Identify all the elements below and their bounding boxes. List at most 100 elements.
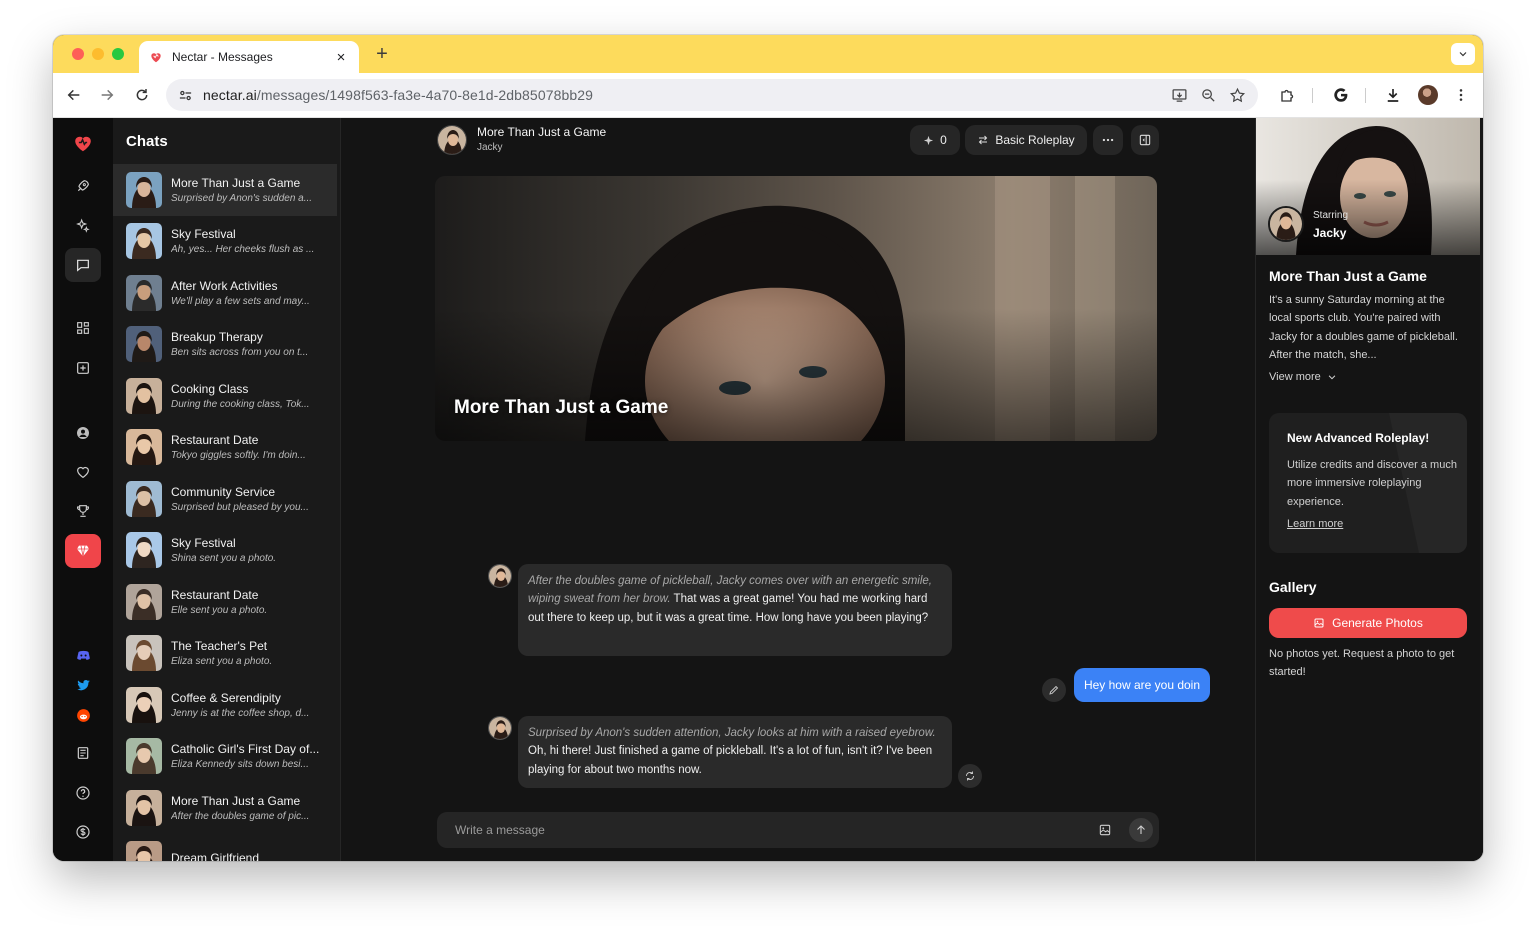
chat-text: Restaurant Date Tokyo giggles softly. I'm…	[171, 433, 327, 461]
sparkles-icon	[76, 218, 90, 233]
chat-text: More Than Just a Game Surprised by Anon's…	[171, 176, 327, 204]
nav-blog[interactable]	[65, 736, 101, 770]
gallery-heading: Gallery	[1269, 579, 1317, 595]
message-avatar[interactable]	[488, 564, 512, 588]
nav-leaderboard[interactable]	[65, 494, 101, 528]
nav-chats[interactable]	[65, 248, 101, 282]
chat-preview: Shina sent you a photo.	[171, 553, 277, 565]
browser-tab-active[interactable]: Nectar - Messages ×	[139, 41, 359, 73]
request-photo-button[interactable]	[1097, 822, 1113, 838]
credits-pill[interactable]: 0	[910, 125, 960, 155]
downloads-button[interactable]	[1382, 84, 1404, 106]
chat-list-item[interactable]: Sky Festival Shina sent you a photo.	[113, 525, 337, 577]
chat-list-item[interactable]: Cooking Class During the cooking class, T…	[113, 370, 337, 422]
nav-create[interactable]	[65, 209, 101, 243]
send-button[interactable]	[1129, 818, 1153, 842]
profile-avatar[interactable]	[1417, 84, 1439, 106]
starring-avatar[interactable]	[1268, 206, 1304, 242]
chat-list-item[interactable]: Breakup Therapy Ben sits across from you …	[113, 319, 337, 371]
conversation-header: More Than Just a Game Jacky 0 Basic Role…	[341, 118, 1255, 166]
chat-text: Coffee & Serendipity Jenny is at the coff…	[171, 691, 327, 719]
extensions-button[interactable]	[1277, 84, 1299, 106]
chat-text: Community Service Surprised but pleased b…	[171, 485, 327, 513]
chat-avatar	[126, 635, 162, 672]
install-app-icon[interactable]	[1171, 87, 1188, 104]
chat-avatar	[126, 583, 162, 620]
browser-menu-button[interactable]	[1450, 84, 1472, 106]
reload-button[interactable]	[131, 84, 153, 106]
chat-list-item[interactable]: Sky Festival Ah, yes... Her cheeks flush …	[113, 216, 337, 268]
toggle-details-button[interactable]	[1131, 125, 1159, 155]
profile-photo	[1418, 85, 1438, 105]
chat-list-item[interactable]: Dream Girlfriend	[113, 834, 337, 861]
nav-new[interactable]	[65, 351, 101, 385]
message-avatar[interactable]	[488, 716, 512, 740]
nav-explore[interactable]	[65, 169, 101, 203]
download-icon	[1387, 89, 1399, 102]
url-host: nectar.ai	[203, 87, 257, 103]
maximize-window-button[interactable]	[112, 48, 124, 60]
chat-list-item[interactable]: Coffee & Serendipity Jenny is at the coff…	[113, 679, 337, 731]
chat-list-item[interactable]: Restaurant Date Elle sent you a photo.	[113, 576, 337, 628]
gallery-empty-text: No photos yet. Request a photo to get st…	[1269, 648, 1455, 678]
message-input[interactable]	[437, 812, 1077, 848]
nav-favorites[interactable]	[65, 455, 101, 489]
dollar-icon	[76, 825, 90, 839]
view-more-button[interactable]: View more	[1269, 371, 1337, 383]
site-settings-icon[interactable]	[178, 88, 193, 103]
nectar-logo-button[interactable]	[65, 126, 101, 160]
chat-text: Cooking Class During the cooking class, T…	[171, 382, 327, 410]
chat-list-item[interactable]: Restaurant Date Tokyo giggles softly. I'm…	[113, 422, 337, 474]
swap-icon	[979, 135, 988, 145]
chat-list-item[interactable]: After Work Activities We'll play a few se…	[113, 267, 337, 319]
nav-premium[interactable]	[65, 534, 101, 568]
generate-photos-label: Generate Photos	[1332, 616, 1423, 630]
chat-list-item[interactable]: The Teacher's Pet Eliza sent you a photo.	[113, 628, 337, 680]
chat-avatar	[126, 686, 162, 723]
reddit-link[interactable]	[65, 698, 101, 732]
message-action: Surprised by Anon's sudden attention, Ja…	[528, 727, 936, 739]
new-tab-button[interactable]: +	[371, 43, 393, 65]
google-extension-button[interactable]	[1330, 84, 1352, 106]
zoom-icon[interactable]	[1200, 87, 1217, 104]
chat-text: Restaurant Date Elle sent you a photo.	[171, 588, 327, 616]
tab-search-button[interactable]	[1451, 43, 1475, 65]
user-message-text: Hey how are you doin	[1083, 678, 1201, 692]
character-avatar[interactable]	[437, 125, 467, 155]
forward-button[interactable]	[96, 84, 118, 106]
refresh-icon	[966, 771, 974, 781]
chat-list-item[interactable]: More Than Just a Game After the doubles g…	[113, 782, 337, 834]
learn-more-link[interactable]: Learn more	[1287, 518, 1343, 530]
chat-list-item[interactable]: More Than Just a Game Surprised by Anon's…	[113, 164, 337, 216]
nav-pricing[interactable]	[65, 815, 101, 849]
twitter-link[interactable]	[65, 668, 101, 702]
character-message: Surprised by Anon's sudden attention, Ja…	[518, 716, 952, 788]
generate-photos-button[interactable]: Generate Photos	[1269, 608, 1467, 638]
chat-list-item[interactable]: Community Service Surprised but pleased b…	[113, 473, 337, 525]
back-button[interactable]	[63, 84, 85, 106]
more-options-button[interactable]	[1093, 125, 1123, 155]
nav-gallery[interactable]	[65, 311, 101, 345]
address-bar[interactable]: nectar.ai/messages/1498f563-fa3e-4a70-8e…	[166, 79, 1258, 111]
tab-close-icon[interactable]: ×	[333, 49, 349, 66]
chat-preview: Jenny is at the coffee shop, d...	[171, 707, 310, 719]
gem-icon	[77, 545, 89, 557]
edit-message-button[interactable]	[1042, 678, 1066, 702]
regenerate-button[interactable]	[958, 764, 982, 788]
view-more-label: View more	[1269, 371, 1321, 383]
close-window-button[interactable]	[72, 48, 84, 60]
chat-avatar	[126, 171, 162, 208]
chat-preview: Surprised but pleased by you...	[171, 501, 309, 513]
cover-image: Starring Jacky	[1256, 118, 1480, 255]
minimize-window-button[interactable]	[92, 48, 104, 60]
browser-window: Nectar - Messages × + nectar.ai/messages…	[53, 35, 1483, 861]
scenario-hero-image: More Than Just a Game	[435, 176, 1157, 441]
discord-link[interactable]	[65, 638, 101, 672]
starring-name[interactable]: Jacky	[1313, 226, 1346, 240]
bookmark-star-icon[interactable]	[1229, 87, 1246, 104]
chat-list-item[interactable]: Catholic Girl's First Day of... Eliza Ken…	[113, 731, 337, 783]
scenario-description: It's a sunny Saturday morning at the loc…	[1269, 294, 1458, 361]
nav-help[interactable]	[65, 776, 101, 810]
roleplay-mode-button[interactable]: Basic Roleplay	[965, 125, 1087, 155]
nav-profile[interactable]	[65, 416, 101, 450]
